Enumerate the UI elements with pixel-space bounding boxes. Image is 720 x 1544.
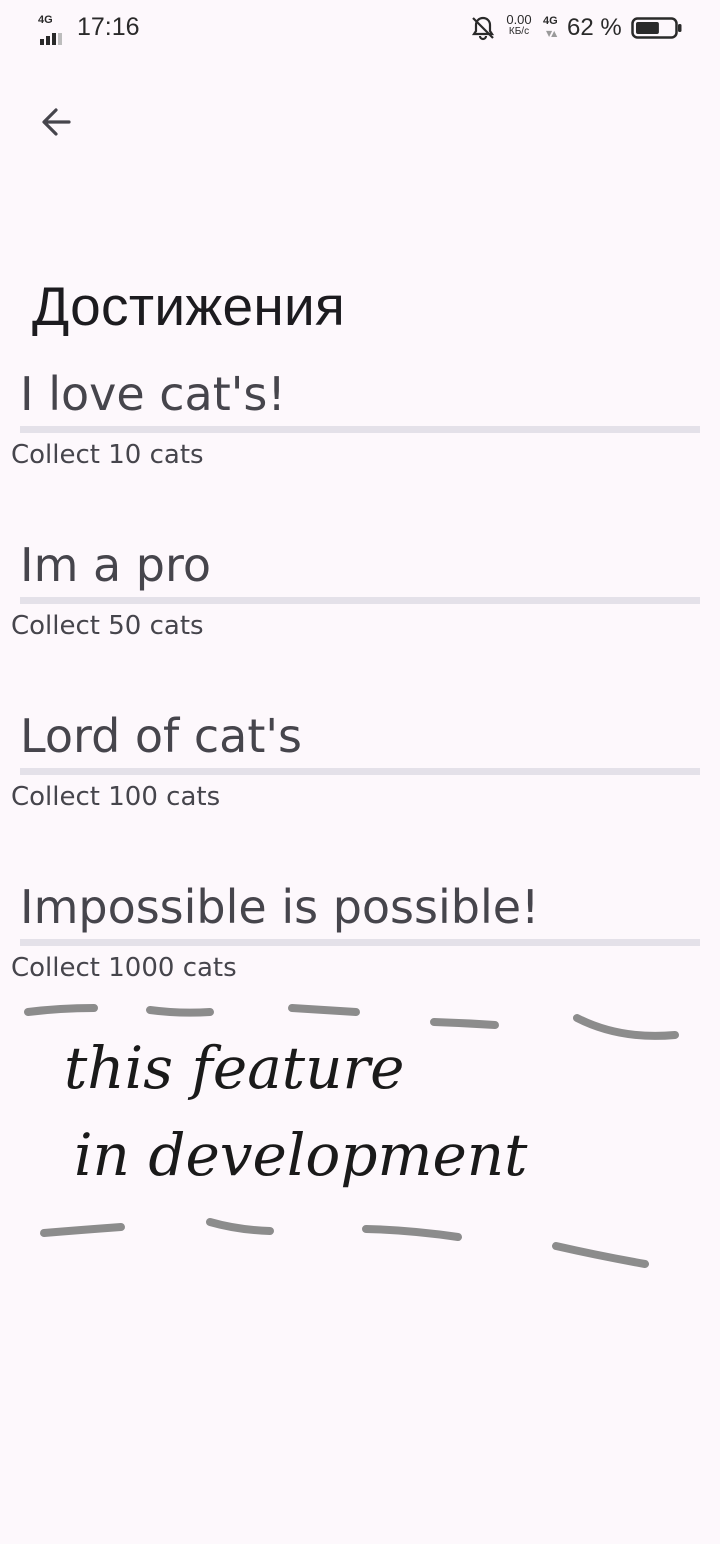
signal-icon: 4G xyxy=(38,14,70,45)
network-speed-value: 0.00 xyxy=(506,12,532,27)
achievement-description: Collect 10 cats xyxy=(11,440,204,470)
achievement-description: Collect 1000 cats xyxy=(11,953,237,983)
data-arrows-icon: ▼▲ xyxy=(546,29,557,38)
network-speed: 0.00 КБ/с xyxy=(500,12,538,38)
dev-note-line1: this feature xyxy=(64,1034,405,1102)
page-title: Достижения xyxy=(32,275,346,337)
network-type-label-right: 4G xyxy=(543,15,558,27)
battery-percent: 62 % xyxy=(567,14,622,41)
achievement-progress-bar xyxy=(20,768,700,775)
in-development-image: this feature in development xyxy=(24,1004,679,1268)
dev-note-line2: in development xyxy=(74,1121,528,1189)
status-time: 17:16 xyxy=(77,13,140,41)
achievement-description: Collect 50 cats xyxy=(11,611,204,641)
achievement-title: Lord of cat's xyxy=(20,709,302,763)
battery-icon xyxy=(631,17,682,39)
achievement-description: Collect 100 cats xyxy=(11,782,221,812)
achievement-progress-bar xyxy=(20,426,700,433)
achievement-title: Impossible is possible! xyxy=(20,880,540,934)
status-bar: 4G 17:16 0.00 КБ/с 4G ▼▲ 62 % xyxy=(0,0,720,58)
network-type-label: 4G xyxy=(38,14,53,26)
bell-off-icon xyxy=(471,16,495,41)
arrow-left-icon xyxy=(42,108,71,136)
back-button[interactable] xyxy=(30,96,82,148)
achievement-progress-bar xyxy=(20,597,700,604)
achievement-title: Im a pro xyxy=(20,538,212,592)
achievement-progress-bar xyxy=(20,939,700,946)
network-speed-unit: КБ/с xyxy=(508,26,530,37)
achievement-title: I love cat's! xyxy=(20,367,286,421)
